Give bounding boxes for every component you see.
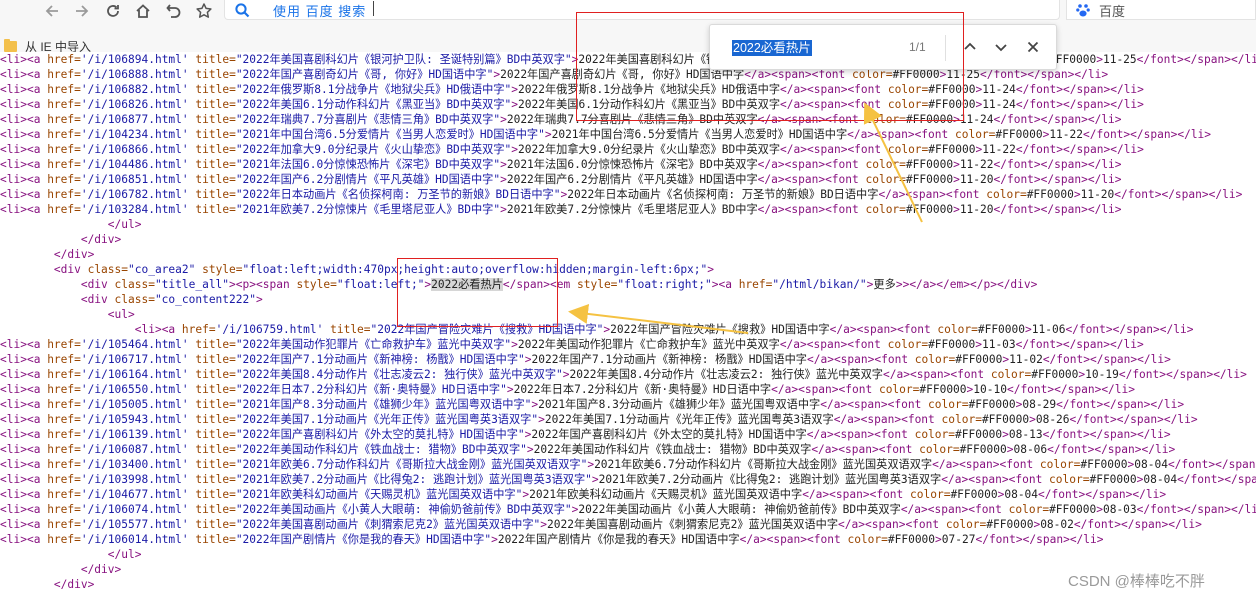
folder-icon	[4, 38, 17, 52]
source-line: <li><a href='/i/106550.html' title="2022…	[0, 383, 1136, 396]
source-line: <li><a href='/i/106826.html' title="2022…	[0, 98, 1144, 111]
source-line: </ul>	[107, 548, 142, 561]
source-line: <li><a href='/i/106882.html' title="2022…	[0, 83, 1144, 96]
forward-icon[interactable]	[68, 0, 96, 22]
source-line: <li><a href='/i/104677.html' title="2021…	[0, 488, 1167, 501]
reload-icon[interactable]	[99, 0, 127, 22]
source-line: <li><a href='/i/104486.html' title="2021…	[0, 158, 1122, 171]
page-source-view: <li><a href='/i/106894.html' title="2022…	[0, 52, 1256, 598]
source-line: <li><a href='/i/106087.html' title="2022…	[0, 443, 1176, 456]
source-line: <li><a href='/i/106759.html' title="2022…	[134, 323, 1194, 336]
source-line: </div>	[53, 248, 95, 261]
source-line: <li><a href='/i/106866.html' title="2022…	[0, 143, 1144, 156]
back-icon[interactable]	[38, 0, 66, 22]
source-line: <li><a href='/i/106139.html' title="2022…	[0, 428, 1171, 441]
baidu-paw-icon	[1076, 4, 1090, 17]
source-line: <li><a href='/i/103998.html' title="2021…	[0, 473, 1256, 486]
favorite-star-icon[interactable]	[190, 0, 218, 22]
source-line: <li><a href='/i/105577.html' title="2022…	[0, 518, 1202, 531]
watermark: CSDN @棒棒吃不胖	[1068, 573, 1205, 590]
source-line: <li><a href='/i/104234.html' title="2021…	[0, 128, 1212, 141]
source-line: <li><a href='/i/106717.html' title="2022…	[0, 353, 1171, 366]
home-icon[interactable]	[129, 0, 157, 22]
text-caret	[373, 1, 374, 16]
find-next-icon[interactable]	[990, 36, 1012, 58]
source-line: <div class="co_content222">	[80, 293, 263, 306]
annotation-box-title	[397, 258, 558, 327]
source-line: <ul>	[107, 308, 135, 321]
search-engine-box[interactable]: 百度	[1066, 0, 1256, 20]
source-line: <li><a href='/i/106074.html' title="2022…	[0, 503, 1256, 516]
source-line: <div class="co_area2" style="float:left;…	[53, 263, 715, 276]
source-line: <li><a href='/i/106782.html' title="2022…	[0, 188, 1243, 201]
source-line: <li><a href='/i/105943.html' title="2022…	[0, 413, 1198, 426]
source-line: </div>	[80, 233, 122, 246]
search-icon	[235, 3, 250, 18]
source-line: </div>	[80, 563, 122, 576]
address-text: 使用 百度 搜索	[273, 4, 367, 19]
source-line: <li><a href='/i/106164.html' title="2022…	[0, 368, 1247, 381]
source-line: </div>	[53, 578, 95, 591]
source-line: <li><a href='/i/106851.html' title="2022…	[0, 173, 1122, 186]
source-line: <li><a href='/i/103400.html' title="2021…	[0, 458, 1256, 471]
source-line: <li><a href='/i/105464.html' title="2022…	[0, 338, 1144, 351]
source-line: </ul>	[107, 218, 142, 231]
undo-close-tab-icon[interactable]	[160, 0, 188, 22]
source-line: <li><a href='/i/105005.html' title="2021…	[0, 398, 1185, 411]
search-engine-label: 百度	[1099, 4, 1126, 19]
annotation-box-findbar	[576, 12, 964, 121]
source-line: <li><a href='/i/103284.html' title="2021…	[0, 203, 1122, 216]
find-close-icon[interactable]	[1022, 36, 1044, 58]
source-line: <li><a href='/i/106014.html' title="2022…	[0, 533, 1104, 546]
